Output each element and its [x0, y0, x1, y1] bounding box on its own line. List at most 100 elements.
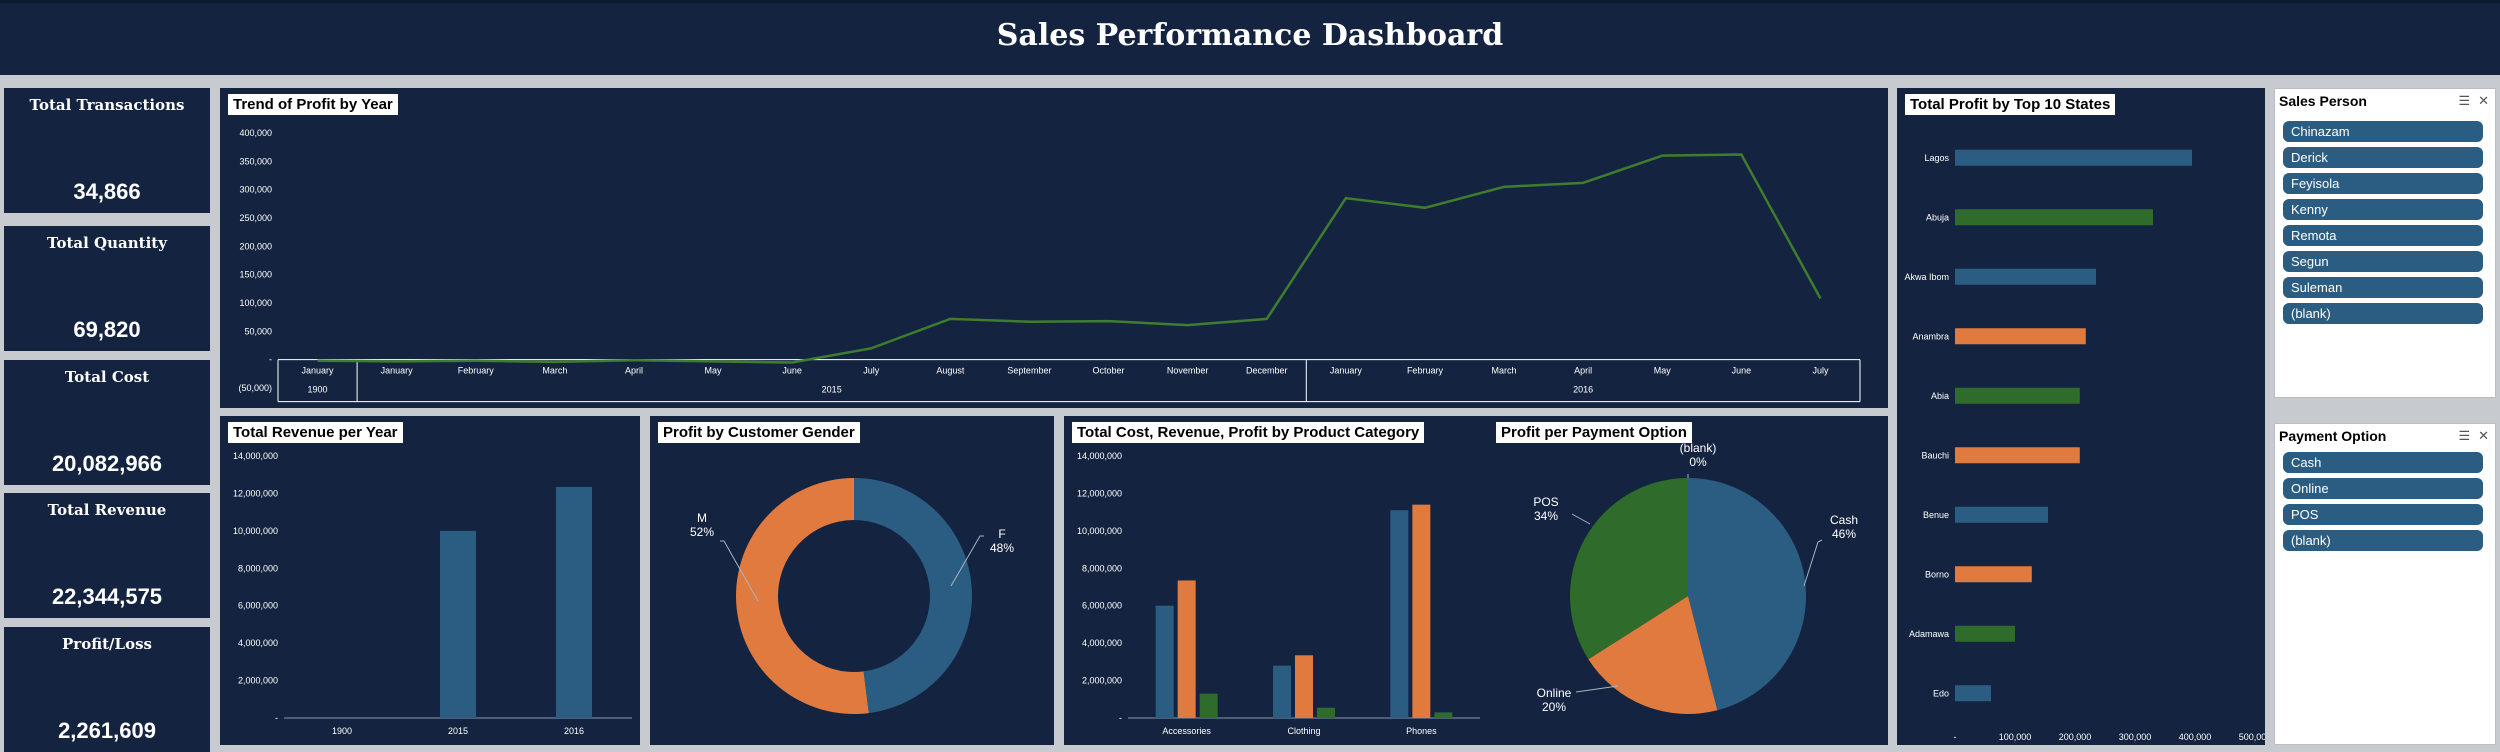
y-tick-label: 14,000,000: [1077, 451, 1122, 461]
revenue-chart: 14,000,000 12,000,000 10,000,000 8,000,000 6…: [233, 451, 632, 736]
slicer-item[interactable]: POS: [2283, 504, 2483, 525]
category-bar: [1155, 605, 1174, 718]
multi-select-icon[interactable]: ☰: [2458, 428, 2470, 443]
y-tick-label: 200,000: [239, 241, 272, 251]
clear-filter-icon[interactable]: ✕: [2478, 93, 2489, 108]
kpi-total-quantity: Total Quantity 69,820: [4, 226, 210, 351]
slicer-item[interactable]: Cash: [2283, 452, 2483, 473]
x-tick-label: October: [1093, 366, 1125, 376]
y-tick-label: 12,000,000: [1077, 488, 1122, 498]
x-tick-label: Clothing: [1287, 726, 1320, 736]
category-bar: [1390, 510, 1409, 718]
slicer-item[interactable]: Segun: [2283, 251, 2483, 272]
y-tick-label: 2,000,000: [1082, 676, 1122, 686]
gender-chart-title: Profit by Customer Gender: [658, 422, 860, 443]
state-label: Bauchi: [1921, 450, 1949, 460]
x-tick-label: August: [936, 366, 965, 376]
states-chart: Lagos Abuja Akwa Ibom Anambra Abia Bauchi Benu…: [1904, 149, 2265, 742]
y-tick-label: 8,000,000: [238, 563, 278, 573]
kpi-value: 20,082,966: [51, 451, 163, 476]
kpi-total-cost: Total Cost 20,082,966: [4, 360, 210, 485]
kpi-profit-loss: Profit/Loss 2,261,609: [4, 627, 210, 752]
y-tick-label: 6,000,000: [1082, 601, 1122, 611]
category-bar: [1177, 580, 1196, 718]
slicer-item[interactable]: Suleman: [2283, 277, 2483, 298]
state-bar: [1955, 566, 2032, 583]
state-bar: [1955, 268, 2096, 285]
kpi-value: 69,820: [73, 317, 141, 342]
leader-line: [1803, 539, 1823, 587]
gender-slice: [854, 478, 973, 714]
state-bar: [1955, 209, 2153, 226]
payment-chart: Cash46% Online20% POS34% (blank)0%: [1533, 441, 1858, 714]
dashboard-title: Sales Performance Dashboard: [996, 18, 1504, 53]
state-bar: [1955, 149, 2192, 166]
x-tick-label: January: [1330, 366, 1363, 376]
slicer-item[interactable]: (blank): [2283, 530, 2483, 551]
x-tick-label: 300,000: [2119, 732, 2152, 742]
x-tick-label: June: [1732, 366, 1752, 376]
y-tick-label: (50,000): [238, 383, 272, 393]
slicer-item[interactable]: Chinazam: [2283, 121, 2483, 142]
x-tick-label: Accessories: [1162, 726, 1211, 736]
x-tick-label: March: [1492, 366, 1517, 376]
state-label: Abuja: [1926, 212, 1949, 222]
slicer-item[interactable]: Remota: [2283, 225, 2483, 246]
category-bar: [1412, 504, 1431, 718]
state-label: Borno: [1925, 569, 1949, 579]
kpi-total-revenue: Total Revenue 22,344,575: [4, 493, 210, 618]
y-tick-label: -: [1119, 713, 1122, 723]
gender-chart-panel: F 48% M 52% Profit by Customer Gender: [650, 416, 1054, 745]
category-bar: [1273, 665, 1291, 718]
leader-line: [1571, 513, 1591, 525]
payment-label: (blank): [1680, 441, 1717, 455]
slicer-item[interactable]: Online: [2283, 478, 2483, 499]
kpi-value: 2,261,609: [58, 718, 156, 743]
x-tick-label: July: [863, 366, 880, 376]
y-tick-label: 10,000,000: [1077, 526, 1122, 536]
payment-pct: 34%: [1534, 509, 1558, 523]
y-tick-label: 350,000: [239, 156, 272, 166]
state-bar: [1955, 685, 1991, 702]
category-bar: [1317, 707, 1335, 718]
slicer-item[interactable]: Kenny: [2283, 199, 2483, 220]
x-tick-label: June: [782, 366, 802, 376]
clear-filter-icon[interactable]: ✕: [2478, 428, 2489, 443]
x-tick-label: December: [1246, 366, 1288, 376]
x-tick-label: 2015: [448, 726, 468, 736]
slicer-title: Payment Option: [2279, 428, 2387, 444]
state-label: Benue: [1923, 510, 1949, 520]
kpi-label: Total Cost: [64, 368, 150, 386]
slicer-item[interactable]: Derick: [2283, 147, 2483, 168]
sales-person-slicer: Sales Person ☰ ✕ Chinazam Derick Feyisola Ke…: [2274, 88, 2496, 398]
multi-select-icon[interactable]: ☰: [2458, 93, 2470, 108]
leader-line: [1575, 685, 1619, 693]
payment-pct: 0%: [1689, 455, 1707, 469]
x-tick-label: May: [705, 366, 723, 376]
x-tick-label: 500,000: [2239, 732, 2265, 742]
gender-chart: F48% M52%: [690, 478, 1014, 714]
slicer-item[interactable]: (blank): [2283, 303, 2483, 324]
y-tick-label: 12,000,000: [233, 488, 278, 498]
kpi-value: 34,866: [73, 179, 141, 204]
payment-pct: 20%: [1542, 700, 1566, 714]
x-tick-label: 100,000: [1999, 732, 2032, 742]
state-label: Akwa Ibom: [1904, 272, 1949, 282]
trend-chart-title: Trend of Profit by Year: [228, 94, 398, 115]
revenue-chart-title: Total Revenue per Year: [228, 422, 403, 443]
y-tick-label: 2,000,000: [238, 676, 278, 686]
y-tick-label: 14,000,000: [233, 451, 278, 461]
y-tick-label: 50,000: [244, 326, 272, 336]
x-tick-label: November: [1167, 366, 1209, 376]
state-bar: [1955, 506, 2048, 523]
states-chart-title: Total Profit by Top 10 States: [1905, 94, 2116, 115]
state-bar: [1955, 328, 2086, 345]
category-chart-panel: 14,000,000 12,000,000 10,000,000 8,000,000 6…: [1064, 416, 1488, 745]
slicer-item[interactable]: Feyisola: [2283, 173, 2483, 194]
year-label: 1900: [308, 385, 328, 395]
payment-label: Online: [1537, 686, 1572, 700]
year-label: 2016: [1573, 385, 1593, 395]
x-tick-label: February: [1407, 366, 1444, 376]
payment-label: POS: [1533, 495, 1558, 509]
gender-label: M: [697, 511, 707, 525]
